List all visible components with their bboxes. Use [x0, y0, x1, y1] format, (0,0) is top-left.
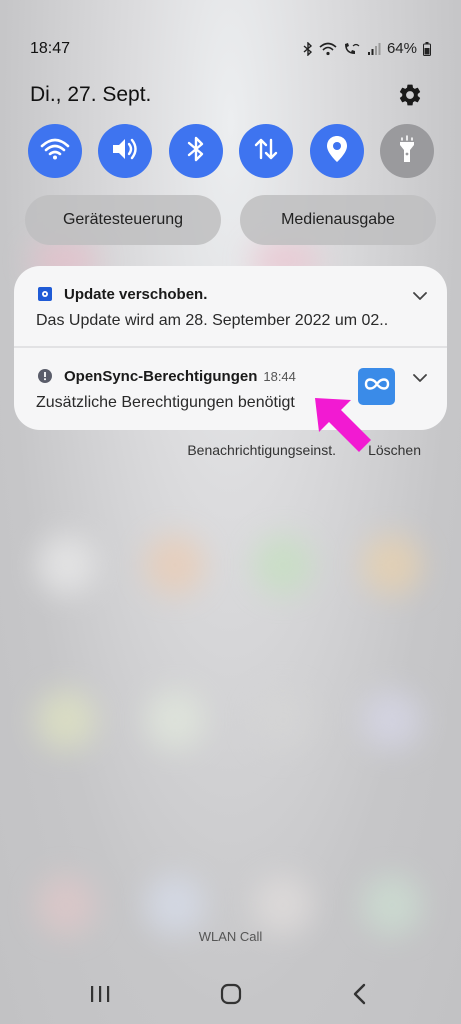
flashlight-toggle[interactable] [379, 124, 434, 178]
back-icon[interactable] [340, 974, 380, 1014]
wifi-icon [40, 137, 70, 166]
chevron-down-icon[interactable] [413, 370, 427, 382]
wifi-status-icon [319, 42, 337, 56]
wifi-call-icon [343, 42, 361, 56]
annotation-arrow-icon [305, 392, 377, 469]
blurred-app-icon [253, 535, 313, 595]
blurred-app-icon [145, 875, 205, 935]
blurred-app-icon [362, 690, 422, 750]
blurred-app-icon [253, 875, 313, 935]
notification-title-text: OpenSync-Berechtigungen [64, 368, 258, 385]
notification-body: Das Update wird am 28. September 2022 um… [36, 312, 389, 329]
flashlight-icon [397, 134, 417, 169]
location-icon [326, 135, 348, 168]
quick-settings-row [28, 124, 434, 178]
notification-body: Zusätzliche Berechtigungen benötigt [36, 394, 295, 411]
alert-info-icon [38, 369, 52, 383]
notification-opensync[interactable]: OpenSync-Berechtigungen 18:44 Zusätzliche… [14, 348, 447, 430]
bluetooth-status-icon [303, 41, 313, 56]
recent-apps-icon[interactable] [80, 974, 120, 1014]
blurred-app-icon [145, 690, 205, 750]
blurred-app-icon [362, 535, 422, 595]
notification-title-text: Update verschoben. [64, 286, 208, 303]
blurred-app-icon [36, 875, 96, 935]
notification-title: OpenSync-Berechtigungen 18:44 [64, 368, 296, 385]
blurred-app-icon [253, 690, 313, 750]
status-bar: 18:47 64% [0, 0, 461, 90]
bluetooth-icon [186, 135, 206, 168]
home-icon[interactable] [211, 974, 251, 1014]
notification-title: Update verschoben. [64, 286, 207, 303]
mobile-data-toggle[interactable] [239, 124, 294, 178]
update-app-icon [38, 287, 52, 301]
navigation-bar [0, 964, 461, 1024]
notification-time: 18:44 [263, 369, 296, 384]
blurred-app-icon [145, 535, 205, 595]
notification-card: Update verschoben. Das Update wird am 28… [14, 266, 447, 430]
quick-actions-row: Gerätesteuerung Medienausgabe [25, 195, 436, 245]
sound-toggle[interactable] [98, 124, 153, 178]
wlan-call-label: WLAN Call [198, 929, 263, 944]
status-icons: 64% [303, 40, 431, 57]
wifi-toggle[interactable] [28, 124, 82, 178]
settings-gear-icon[interactable] [397, 82, 423, 108]
sound-icon [110, 136, 140, 167]
device-control-button[interactable]: Gerätesteuerung [25, 195, 221, 245]
battery-level: 64% [386, 40, 417, 57]
location-toggle[interactable] [309, 124, 364, 178]
chevron-down-icon[interactable] [413, 288, 427, 300]
bluetooth-toggle[interactable] [168, 124, 223, 178]
status-time: 18:47 [30, 40, 71, 57]
date-label: Di., 27. Sept. [30, 83, 152, 106]
signal-icon [367, 42, 381, 56]
media-output-button[interactable]: Medienausgabe [240, 195, 436, 245]
battery-icon [423, 41, 431, 56]
mobile-data-icon [253, 136, 279, 167]
blurred-app-icon [36, 690, 96, 750]
blurred-app-icon [362, 875, 422, 935]
blurred-app-icon [36, 535, 96, 595]
notification-update[interactable]: Update verschoben. Das Update wird am 28… [14, 266, 447, 347]
